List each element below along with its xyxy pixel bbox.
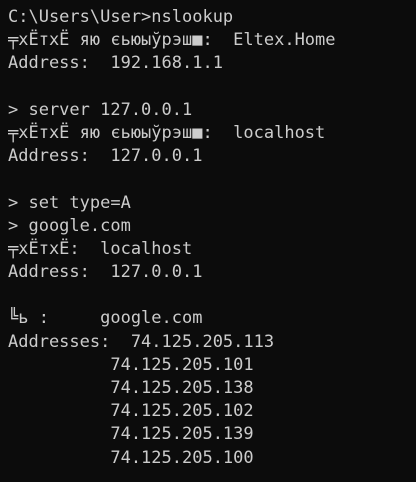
terminal-line-server: ╤хЁтхЁ: localhost — [8, 238, 193, 259]
terminal-line-query-command: > google.com — [8, 215, 131, 236]
terminal-line-address-item: 74.125.205.101 — [8, 354, 254, 375]
terminal-line-default-server: ╤хЁтхЁ яю єьюыўрэш■: Eltex.Home — [8, 30, 336, 51]
terminal-line-prompt: C:\Users\User>nslookup — [8, 7, 234, 27]
terminal-line-default-server: ╤хЁтхЁ яю єьюыўрэш■: localhost — [8, 122, 326, 143]
terminal-line-name: ╚ь : google.com — [8, 308, 203, 329]
terminal-window[interactable]: C:\Users\User>nslookup ╤хЁтхЁ яю єьюыўрэ… — [0, 0, 416, 482]
terminal-line-address-item: 74.125.205.139 — [8, 424, 254, 445]
terminal-line-address-item: 74.125.205.138 — [8, 378, 254, 398]
terminal-line-addresses: Addresses: 74.125.205.113 — [8, 331, 275, 352]
terminal-line-address-item: 74.125.205.100 — [8, 447, 254, 468]
terminal-line-server-command: > server 127.0.0.1 — [8, 99, 193, 120]
terminal-line-address: Address: 127.0.0.1 — [8, 262, 203, 283]
terminal-line-address-item: 74.125.205.102 — [8, 401, 254, 422]
terminal-line-address: Address: 127.0.0.1 — [8, 146, 203, 167]
terminal-line-set-type-command: > set type=A — [8, 192, 131, 213]
terminal-line-address: Address: 192.168.1.1 — [8, 53, 223, 74]
